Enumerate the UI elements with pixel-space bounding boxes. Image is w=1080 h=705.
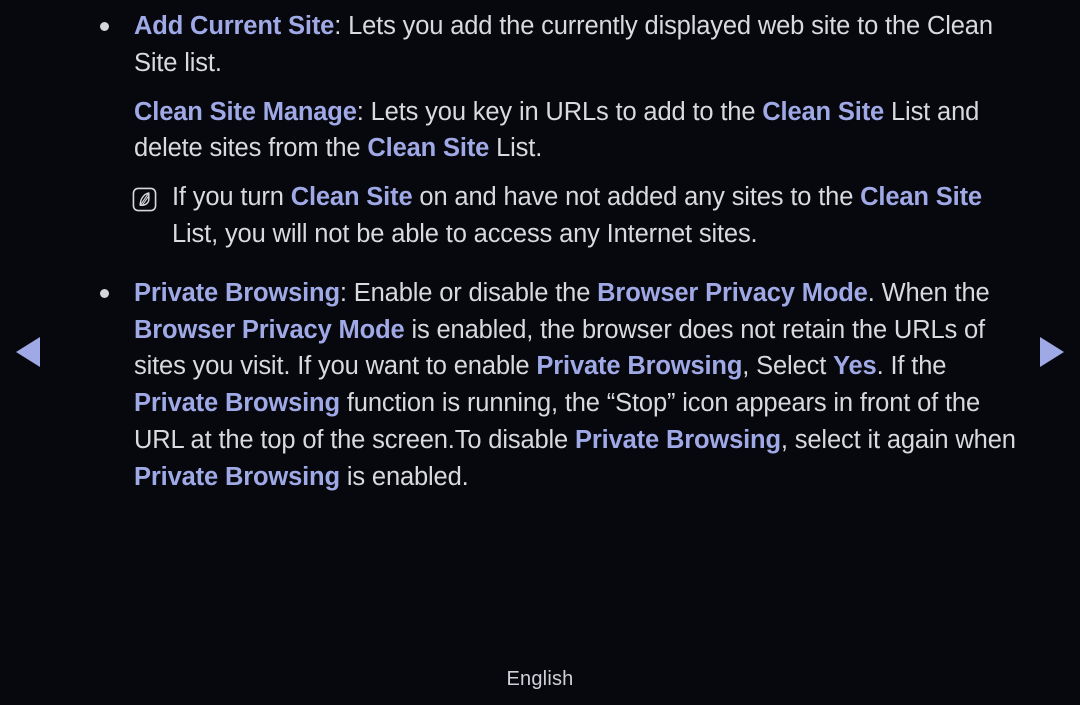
highlighted-term: Browser Privacy Mode [597, 278, 868, 307]
highlighted-term: Private Browsing [134, 389, 340, 418]
highlighted-term: Clean Site Manage [134, 97, 357, 126]
body-text: : Lets you key in URLs to add to the [356, 97, 763, 126]
highlighted-term: Private Browsing [134, 278, 340, 307]
bullet-dot-icon [100, 22, 109, 31]
highlighted-term: Private Browsing [134, 462, 340, 491]
highlighted-term: Clean Site [860, 183, 982, 212]
body-text: . If the [876, 352, 947, 381]
body-text: List, you will not be able to access any… [172, 219, 758, 248]
body-text: . When the [867, 278, 990, 307]
highlighted-term: Browser Privacy Mode [134, 315, 405, 344]
body-text: , select it again when [780, 425, 1016, 454]
body-text: : Enable or disable the [339, 278, 598, 307]
body-text: If you turn [172, 183, 291, 212]
help-paragraph-plain: Clean Site Manage: Lets you key in URLs … [94, 94, 1024, 168]
highlighted-term: Clean Site [762, 97, 885, 126]
footer-language-label: English [506, 668, 574, 690]
highlighted-term: Clean Site [290, 183, 413, 212]
body-text: on and have not added any sites to the [412, 183, 861, 212]
help-paragraph-note: If you turn Clean Site on and have not a… [94, 179, 1024, 253]
highlighted-term: Add Current Site [134, 12, 335, 40]
help-content: Add Current Site: Lets you add the curre… [94, 8, 1024, 498]
note-quill-icon [132, 187, 157, 212]
help-paragraph-bullet: Private Browsing: Enable or disable the … [94, 275, 1024, 496]
previous-page-arrow-icon[interactable] [16, 337, 40, 367]
highlighted-term: Private Browsing [536, 352, 743, 381]
bullet-dot-icon [100, 288, 109, 298]
paragraph-text: Clean Site Manage: Lets you key in URLs … [134, 94, 1024, 168]
paragraph-text: Add Current Site: Lets you add the curre… [134, 8, 1024, 82]
tv-help-screen: Add Current Site: Lets you add the curre… [0, 0, 1080, 705]
highlighted-term: Clean Site [367, 134, 490, 163]
body-text: , Select [742, 352, 834, 381]
help-paragraph-bullet: Add Current Site: Lets you add the curre… [94, 8, 1024, 82]
highlighted-term: Private Browsing [575, 425, 781, 454]
next-page-arrow-icon[interactable] [1040, 337, 1064, 367]
highlighted-term: Yes [833, 352, 877, 381]
paragraph-text: Private Browsing: Enable or disable the … [134, 275, 1024, 496]
paragraph-text: If you turn Clean Site on and have not a… [134, 179, 1024, 253]
body-text: is enabled. [339, 462, 469, 491]
body-text: List. [489, 134, 543, 163]
